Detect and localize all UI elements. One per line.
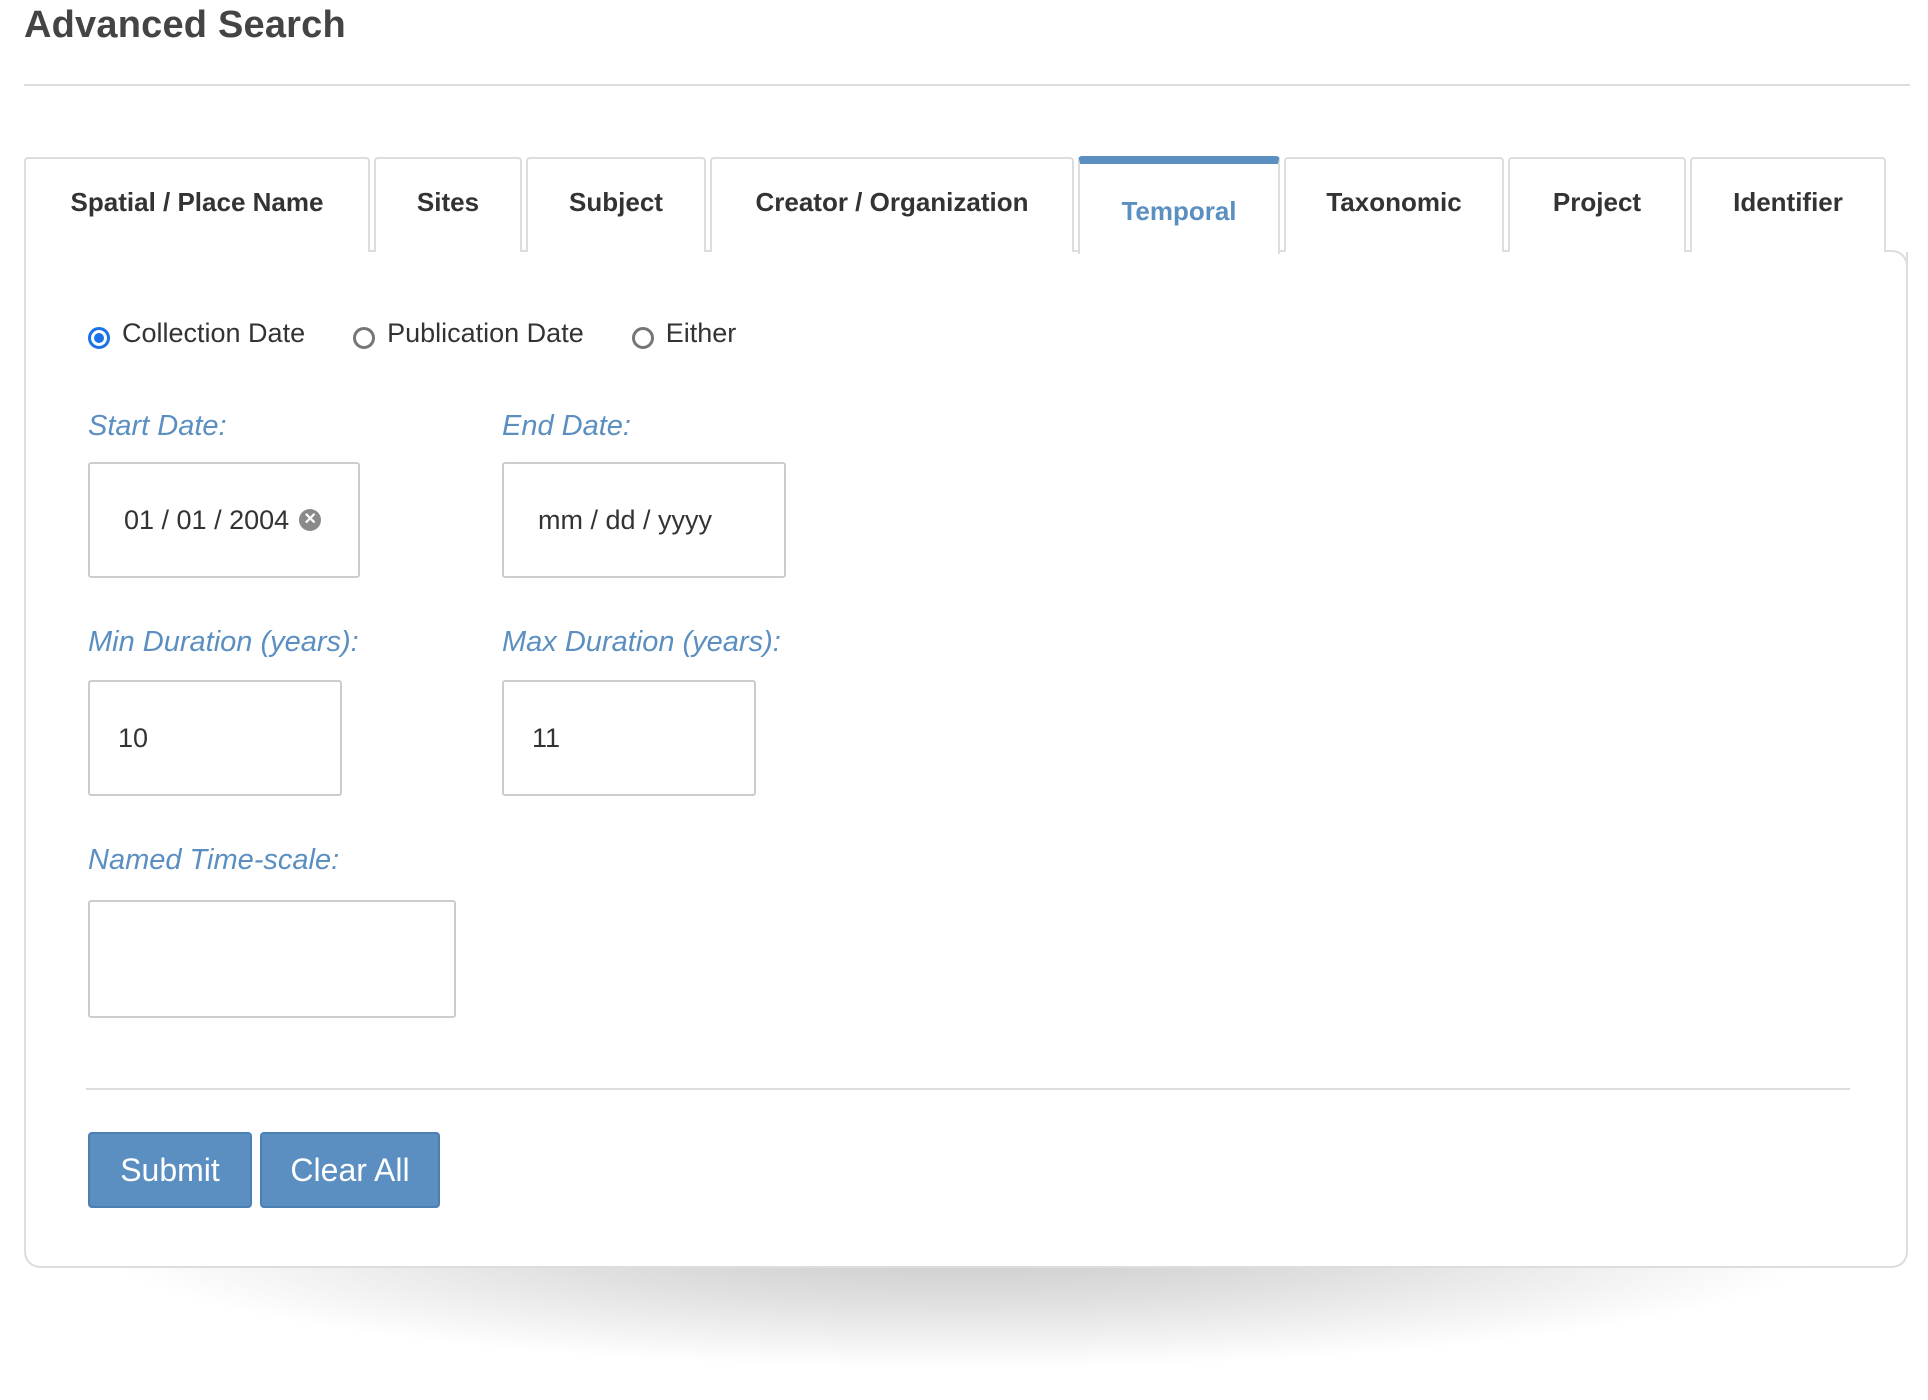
page-title: Advanced Search — [24, 4, 346, 46]
tab-project[interactable]: Project — [1508, 157, 1686, 252]
max-duration-value: 11 — [532, 722, 561, 753]
start-date-input[interactable]: 01 / 01 / 2004 ✕ — [88, 462, 360, 578]
panel-top-right-corner — [1876, 250, 1908, 282]
radio-collection-date[interactable]: Collection Date — [88, 318, 305, 349]
submit-button[interactable]: Submit — [88, 1132, 252, 1208]
tab-identifier[interactable]: Identifier — [1690, 157, 1886, 252]
radio-unchecked-icon[interactable] — [631, 326, 654, 349]
radio-label: Collection Date — [122, 318, 306, 348]
start-date-label: Start Date: — [88, 410, 227, 442]
tab-subject[interactable]: Subject — [526, 157, 706, 252]
tab-creator-organization[interactable]: Creator / Organization — [710, 157, 1074, 252]
start-date-value: 01 / 01 / 2004 — [124, 504, 290, 535]
min-duration-value: 10 — [118, 722, 149, 753]
max-duration-input[interactable]: 11 — [502, 680, 756, 796]
date-type-radio-group: Collection Date Publication Date Either — [88, 318, 784, 349]
min-duration-input[interactable]: 10 — [88, 680, 342, 796]
end-date-input[interactable]: mm / dd / yyyy — [502, 462, 786, 578]
title-divider — [24, 84, 1910, 86]
clear-circle-icon[interactable]: ✕ — [299, 509, 322, 531]
radio-label: Publication Date — [387, 318, 584, 348]
clear-all-button[interactable]: Clear All — [260, 1132, 440, 1208]
tab-sites[interactable]: Sites — [374, 157, 522, 252]
named-timescale-input[interactable] — [88, 900, 456, 1018]
tab-spatial-place-name[interactable]: Spatial / Place Name — [24, 157, 370, 252]
named-timescale-label: Named Time-scale: — [88, 844, 340, 876]
tab-temporal[interactable]: Temporal — [1078, 156, 1280, 254]
end-date-label: End Date: — [502, 410, 631, 442]
end-date-placeholder: mm / dd / yyyy — [538, 504, 713, 535]
radio-unchecked-icon[interactable] — [353, 326, 376, 349]
form-divider — [86, 1088, 1850, 1090]
radio-publication-date[interactable]: Publication Date — [353, 318, 584, 349]
max-duration-label: Max Duration (years): — [502, 626, 781, 658]
advanced-search-page: Advanced Search Spatial / Place Name Sit… — [0, 0, 1928, 1400]
radio-label: Either — [665, 318, 737, 348]
radio-either[interactable]: Either — [631, 318, 737, 349]
tab-taxonomic[interactable]: Taxonomic — [1284, 157, 1504, 252]
min-duration-label: Min Duration (years): — [88, 626, 359, 658]
radio-checked-icon[interactable] — [88, 326, 110, 349]
